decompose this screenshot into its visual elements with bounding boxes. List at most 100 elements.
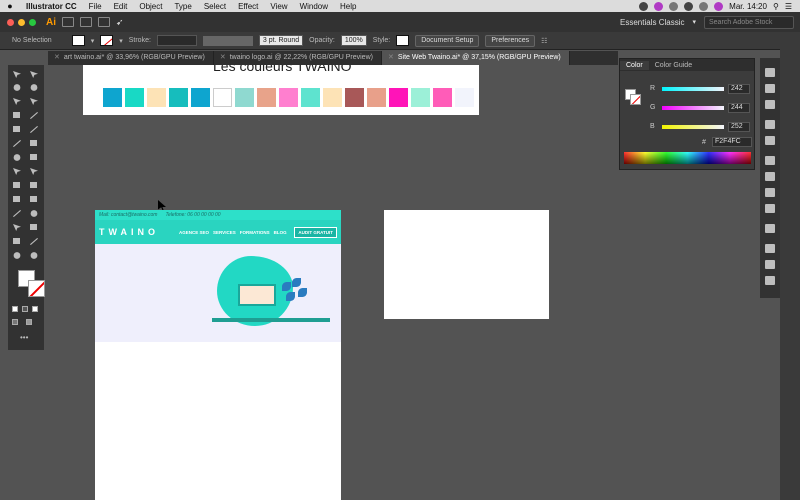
curvature-tool-icon[interactable]	[29, 97, 39, 106]
minimize-window-button[interactable]	[18, 18, 25, 26]
opacity-label[interactable]: Opacity:	[309, 37, 335, 44]
color-swatch[interactable]	[235, 88, 254, 107]
gradient-mode-button[interactable]	[22, 306, 28, 312]
status-icon[interactable]	[654, 1, 664, 11]
artboard-color-palette[interactable]: Les couleurs TWAINO	[83, 65, 479, 115]
color-swatch[interactable]	[213, 88, 232, 107]
paintbrush-tool-icon[interactable]	[29, 125, 39, 134]
properties-panel-icon[interactable]	[765, 68, 775, 77]
hex-value-field[interactable]: F2F4FC	[712, 137, 752, 147]
zoom-window-button[interactable]	[29, 18, 36, 26]
stock-icon[interactable]	[80, 17, 92, 27]
shaper-tool-icon[interactable]	[12, 139, 22, 148]
chevron-down-icon[interactable]: ▾	[91, 37, 95, 45]
type-tool-icon[interactable]	[12, 111, 22, 120]
color-swatch[interactable]	[125, 88, 144, 107]
color-mode-button[interactable]	[12, 306, 18, 312]
bridge-icon[interactable]	[62, 17, 74, 27]
slice-tool-icon[interactable]	[29, 237, 39, 246]
color-swatch[interactable]	[433, 88, 452, 107]
layers-panel-icon[interactable]	[765, 100, 775, 109]
transparency-panel-icon[interactable]	[765, 204, 775, 213]
draw-mode-button[interactable]	[12, 319, 18, 325]
shape-builder-tool-icon[interactable]	[12, 181, 22, 190]
search-icon[interactable]: ⚲	[773, 2, 779, 11]
blue-slider[interactable]	[662, 124, 724, 129]
gradient-tool-icon[interactable]	[29, 195, 39, 204]
line-tool-icon[interactable]	[29, 111, 39, 120]
close-icon[interactable]: ✕	[220, 54, 226, 61]
chevron-down-icon[interactable]: ▾	[692, 18, 696, 26]
color-swatch[interactable]	[191, 88, 210, 107]
stroke-weight-field[interactable]	[156, 35, 197, 46]
tab-color-guide[interactable]: Color Guide	[649, 61, 698, 70]
hand-tool-icon[interactable]	[12, 251, 22, 260]
color-spectrum[interactable]	[624, 152, 751, 164]
apple-icon[interactable]: ●	[0, 1, 20, 11]
green-slider[interactable]	[662, 105, 724, 110]
export-panel-icon[interactable]	[765, 260, 775, 269]
search-stock-input[interactable]: Search Adobe Stock	[704, 15, 794, 29]
graphic-style-swatch[interactable]	[396, 35, 410, 46]
stroke-color-box[interactable]	[630, 94, 641, 105]
green-value-field[interactable]: 244	[728, 102, 750, 113]
menu-file[interactable]: File	[83, 2, 108, 11]
mesh-tool-icon[interactable]	[12, 195, 22, 204]
menu-select[interactable]: Select	[198, 2, 232, 11]
status-icon[interactable]	[714, 1, 724, 11]
arrange-documents-icon[interactable]	[98, 17, 110, 27]
align-panel-icon[interactable]	[765, 276, 775, 285]
zoom-tool-icon[interactable]	[29, 251, 39, 260]
artboard-blank[interactable]	[384, 210, 549, 319]
color-swatch[interactable]	[389, 88, 408, 107]
artboard-tool-icon[interactable]	[12, 237, 22, 246]
menu-list-icon[interactable]: ☰	[785, 2, 792, 11]
rectangle-tool-icon[interactable]	[12, 125, 22, 134]
brushes-panel-icon[interactable]	[765, 136, 775, 145]
column-graph-tool-icon[interactable]	[29, 223, 39, 232]
tab-site-web-twaino[interactable]: ✕ Site Web Twaino.ai* @ 37,15% (RGB/GPU P…	[381, 51, 570, 65]
width-tool-icon[interactable]	[12, 167, 22, 176]
close-window-button[interactable]	[7, 18, 14, 26]
swatches-panel-icon[interactable]	[765, 120, 775, 129]
color-swatch[interactable]	[301, 88, 320, 107]
rotate-tool-icon[interactable]	[12, 153, 22, 162]
arrange-icon[interactable]: ☷	[541, 37, 547, 45]
selection-tool-icon[interactable]	[12, 70, 22, 79]
wifi-icon[interactable]	[684, 1, 694, 11]
blue-value-field[interactable]: 252	[728, 121, 750, 132]
document-setup-button[interactable]: Document Setup	[415, 34, 480, 47]
gpu-performance-icon[interactable]: ➹	[116, 17, 128, 27]
menu-view[interactable]: View	[264, 2, 293, 11]
menu-type[interactable]: Type	[168, 2, 197, 11]
artboards-panel-icon[interactable]	[765, 244, 775, 253]
eraser-tool-icon[interactable]	[29, 139, 39, 148]
red-value-field[interactable]: 242	[728, 83, 750, 94]
free-transform-tool-icon[interactable]	[29, 167, 39, 176]
menu-object[interactable]: Object	[133, 2, 168, 11]
fill-swatch[interactable]	[71, 35, 85, 46]
color-swatch[interactable]	[279, 88, 298, 107]
libraries-panel-icon[interactable]	[765, 84, 775, 93]
symbols-panel-icon[interactable]	[765, 156, 775, 165]
color-swatch[interactable]	[169, 88, 188, 107]
menu-app-name[interactable]: Illustrator CC	[20, 2, 83, 11]
lasso-tool-icon[interactable]	[29, 83, 39, 92]
red-slider[interactable]	[662, 86, 724, 91]
close-icon[interactable]: ✕	[54, 54, 60, 61]
stroke-panel-icon[interactable]	[765, 172, 775, 181]
artboard-website[interactable]: Mail: contact@twaino.com Telefone: 06 00…	[95, 210, 341, 500]
stroke-label[interactable]: Stroke:	[129, 37, 151, 44]
status-icon[interactable]	[669, 1, 679, 11]
color-swatch[interactable]	[411, 88, 430, 107]
color-swatch[interactable]	[257, 88, 276, 107]
scale-tool-icon[interactable]	[29, 153, 39, 162]
symbol-sprayer-tool-icon[interactable]	[12, 223, 22, 232]
close-icon[interactable]: ✕	[388, 54, 394, 61]
clock[interactable]: Mar. 14:20	[729, 2, 767, 11]
color-swatch[interactable]	[367, 88, 386, 107]
blend-tool-icon[interactable]	[29, 209, 39, 218]
pen-tool-icon[interactable]	[12, 97, 22, 106]
perspective-grid-tool-icon[interactable]	[29, 181, 39, 190]
menu-effect[interactable]: Effect	[232, 2, 264, 11]
